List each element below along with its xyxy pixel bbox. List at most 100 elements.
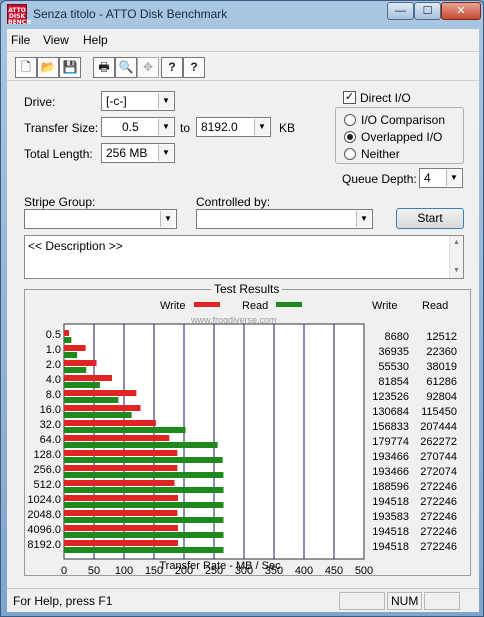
- menu-view[interactable]: View: [43, 33, 69, 47]
- transfer-unit-label: KB: [279, 121, 296, 135]
- overlapped-io-radio[interactable]: [344, 131, 356, 143]
- write-bar: [64, 345, 86, 351]
- total-length-value: 256 MB: [106, 146, 148, 160]
- queue-depth-value: 4: [424, 171, 431, 185]
- write-value: 193466: [372, 466, 409, 478]
- read-value: 272246: [420, 526, 457, 538]
- queue-depth-label: Queue Depth:: [342, 172, 417, 186]
- test-results-panel: Test Results Write Read www.frogdiverse.…: [24, 282, 471, 576]
- context-help-icon[interactable]: ?: [183, 57, 205, 78]
- read-value: 272074: [420, 466, 457, 478]
- menu-bar: File View Help: [7, 29, 479, 51]
- write-bar: [64, 420, 156, 426]
- write-value: 123526: [372, 391, 409, 403]
- num-lock-indicator: NUM: [387, 592, 422, 610]
- category-label: 2.0: [46, 359, 61, 371]
- write-bar: [64, 435, 170, 441]
- transfer-size-to-value: 8192.0: [201, 120, 238, 134]
- chevron-down-icon[interactable]: ▼: [356, 211, 371, 227]
- write-value: 179774: [372, 436, 409, 448]
- read-value: 61286: [426, 376, 457, 388]
- description-text: << Description >>: [28, 239, 123, 253]
- neither-label[interactable]: Neither: [361, 147, 400, 161]
- write-value: 81854: [378, 376, 409, 388]
- new-file-icon[interactable]: 🗋: [15, 57, 37, 78]
- maximize-button[interactable]: ☐: [414, 2, 441, 20]
- read-bar: [64, 442, 218, 448]
- read-bar: [64, 517, 224, 523]
- read-bar: [64, 427, 186, 433]
- direct-io-label[interactable]: Direct I/O: [360, 91, 411, 105]
- io-comparison-radio[interactable]: [344, 114, 356, 126]
- io-comparison-label[interactable]: I/O Comparison: [361, 113, 445, 127]
- drive-select[interactable]: [-c-] ▼: [101, 91, 175, 111]
- scroll-up-icon[interactable]: ▲: [450, 236, 463, 250]
- scroll-down-icon[interactable]: ▼: [450, 264, 463, 278]
- queue-depth-select[interactable]: 4 ▼: [419, 168, 463, 188]
- transfer-size-from-select[interactable]: 0.5 ▼: [101, 117, 175, 137]
- neither-radio[interactable]: [344, 148, 356, 160]
- legend-write-label: Write: [160, 300, 185, 312]
- chevron-down-icon[interactable]: ▼: [254, 119, 269, 135]
- plot-area: 0 50 100 150 200 250 300 350 400 450 5000.5 8680 125…: [27, 323, 457, 575]
- write-bar: [64, 405, 141, 411]
- help-icon[interactable]: ?: [161, 57, 183, 78]
- title-bar[interactable]: ATTO DISK BENCH Senza titolo - ATTO Disk…: [1, 1, 483, 29]
- start-button[interactable]: Start: [396, 208, 464, 229]
- stripe-group-select[interactable]: ▼: [24, 209, 177, 229]
- write-bar: [64, 480, 175, 486]
- print-preview-icon[interactable]: 🔍: [115, 57, 137, 78]
- write-bar: [64, 510, 178, 516]
- atto-app-icon[interactable]: ATTO DISK BENCH: [7, 4, 31, 26]
- write-value: 194518: [372, 496, 409, 508]
- x-tick-label: 0: [61, 565, 67, 575]
- move-icon[interactable]: ✥: [137, 57, 159, 78]
- category-label: 0.5: [46, 329, 61, 341]
- chevron-down-icon[interactable]: ▼: [158, 93, 173, 109]
- close-button[interactable]: ✕: [441, 2, 481, 20]
- write-value: 193466: [372, 451, 409, 463]
- open-folder-icon[interactable]: 📂: [37, 57, 59, 78]
- description-scrollbar[interactable]: ▲ ▼: [449, 236, 463, 278]
- read-value: 92804: [426, 391, 457, 403]
- category-label: 64.0: [40, 434, 61, 446]
- menu-file[interactable]: File: [11, 33, 30, 47]
- stripe-group-label: Stripe Group:: [24, 195, 96, 209]
- x-axis-label: Transfer Rate - MB / Sec: [159, 560, 281, 572]
- read-bar: [64, 382, 100, 388]
- minimize-button[interactable]: —: [387, 2, 414, 20]
- write-value: 36935: [378, 346, 409, 358]
- app-window: ATTO DISK BENCH Senza titolo - ATTO Disk…: [0, 0, 484, 617]
- overlapped-io-label[interactable]: Overlapped I/O: [361, 130, 442, 144]
- transfer-size-from-value: 0.5: [122, 120, 139, 134]
- chevron-down-icon[interactable]: ▼: [160, 211, 175, 227]
- drive-value: [-c-]: [106, 94, 127, 108]
- transfer-size-to-select[interactable]: 8192.0 ▼: [196, 117, 271, 137]
- write-value: 193583: [372, 511, 409, 523]
- category-label: 1.0: [46, 344, 61, 356]
- chevron-down-icon[interactable]: ▼: [158, 145, 173, 161]
- toolbar: 🗋 📂 💾 🖶 🔍 ✥ ? ?: [7, 51, 479, 81]
- category-label: 8192.0: [27, 539, 61, 551]
- write-value: 194518: [372, 526, 409, 538]
- write-value: 194518: [372, 541, 409, 553]
- chevron-down-icon[interactable]: ▼: [446, 170, 461, 186]
- chevron-down-icon[interactable]: ▼: [158, 119, 173, 135]
- menu-help[interactable]: Help: [83, 33, 108, 47]
- save-icon[interactable]: 💾: [59, 57, 81, 78]
- write-bar: [64, 540, 178, 546]
- write-value: 188596: [372, 481, 409, 493]
- transfer-rate-chart: Write Read www.frogdiverse.com Write Rea…: [27, 300, 457, 575]
- write-column-header: Write: [372, 300, 397, 312]
- read-bar: [64, 457, 223, 463]
- write-value: 130684: [372, 406, 409, 418]
- controlled-by-select[interactable]: ▼: [196, 209, 373, 229]
- print-icon[interactable]: 🖶: [93, 57, 115, 78]
- total-length-select[interactable]: 256 MB ▼: [101, 143, 175, 163]
- description-textarea[interactable]: << Description >> ▲ ▼: [24, 235, 464, 279]
- read-bar: [64, 367, 87, 373]
- x-tick-label: 500: [355, 565, 373, 575]
- direct-io-checkbox[interactable]: ✓: [343, 91, 356, 104]
- window-title: Senza titolo - ATTO Disk Benchmark: [33, 7, 228, 21]
- write-bar: [64, 450, 178, 456]
